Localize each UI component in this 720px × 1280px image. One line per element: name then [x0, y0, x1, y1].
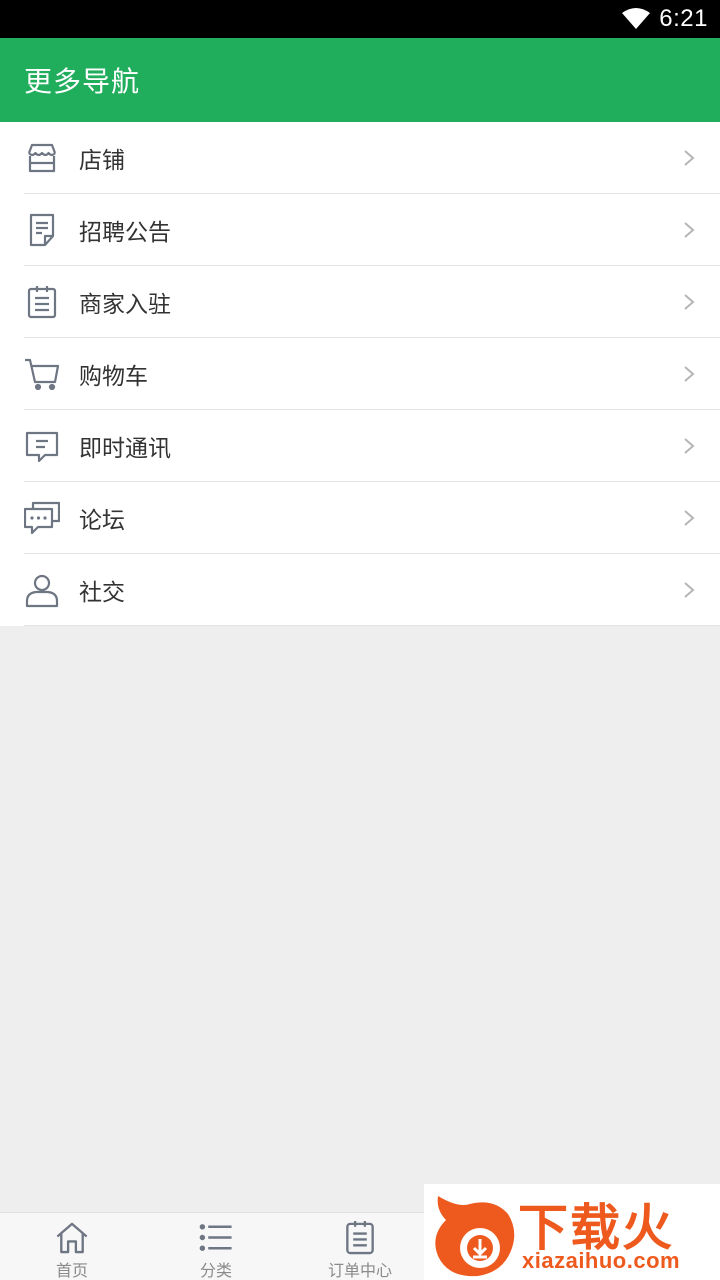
wifi-icon [622, 8, 651, 29]
chevron-right-icon [684, 222, 695, 238]
nav-item-home[interactable]: 首页 [0, 1213, 144, 1280]
menu-item-label: 社交 [79, 580, 125, 606]
chevron-right-icon [684, 366, 695, 382]
app-bar: 更多导航 [0, 38, 720, 122]
nav-label-orders: 订单中心 [327, 1261, 392, 1280]
menu-item-label: 购物车 [79, 364, 148, 390]
menu-item-label: 招聘公告 [79, 220, 171, 246]
nav-label-category: 分类 [199, 1261, 232, 1280]
document-icon [24, 212, 60, 248]
flame-logo-icon [435, 1196, 515, 1277]
menu-item-label: 论坛 [79, 508, 125, 534]
menu-item-forum[interactable]: 论坛 [0, 482, 720, 554]
status-time: 6:21 [659, 5, 708, 32]
forum-chat-icon [24, 500, 60, 536]
message-icon [24, 428, 60, 464]
menu-item-label: 商家入驻 [79, 292, 171, 318]
watermark-logo: 下载火 xiazaihuo.com [424, 1184, 720, 1280]
nav-label-home: 首页 [55, 1261, 88, 1280]
shopping-cart-icon [24, 356, 60, 392]
menu-item-shopping-cart[interactable]: 购物车 [0, 338, 720, 410]
menu-item-merchant-join[interactable]: 商家入驻 [0, 266, 720, 338]
store-icon [24, 140, 60, 176]
order-icon [346, 1220, 374, 1255]
chevron-right-icon [684, 510, 695, 526]
menu-item-instant-messaging[interactable]: 即时通讯 [0, 410, 720, 482]
chevron-right-icon [684, 150, 695, 166]
menu-item-label: 店铺 [79, 148, 125, 174]
navigation-menu: 店铺 招聘公告 商家入驻 购物车 即时通讯 论坛 社交 [0, 122, 720, 626]
menu-item-label: 即时通讯 [79, 436, 171, 462]
nav-item-category[interactable]: 分类 [144, 1213, 288, 1280]
home-icon [56, 1222, 88, 1254]
list-icon [199, 1224, 232, 1251]
status-bar: 6:21 [0, 0, 720, 38]
nav-item-orders[interactable]: 订单中心 [288, 1213, 432, 1280]
menu-item-job-notices[interactable]: 招聘公告 [0, 194, 720, 266]
clipboard-icon [24, 284, 60, 320]
user-icon [24, 572, 60, 608]
page-title: 更多导航 [24, 65, 141, 98]
chevron-right-icon [684, 582, 695, 598]
menu-item-store[interactable]: 店铺 [0, 122, 720, 194]
menu-item-social[interactable]: 社交 [0, 554, 720, 626]
chevron-right-icon [684, 294, 695, 310]
chevron-right-icon [684, 438, 695, 454]
watermark-url: xiazaihuo.com [522, 1248, 681, 1273]
